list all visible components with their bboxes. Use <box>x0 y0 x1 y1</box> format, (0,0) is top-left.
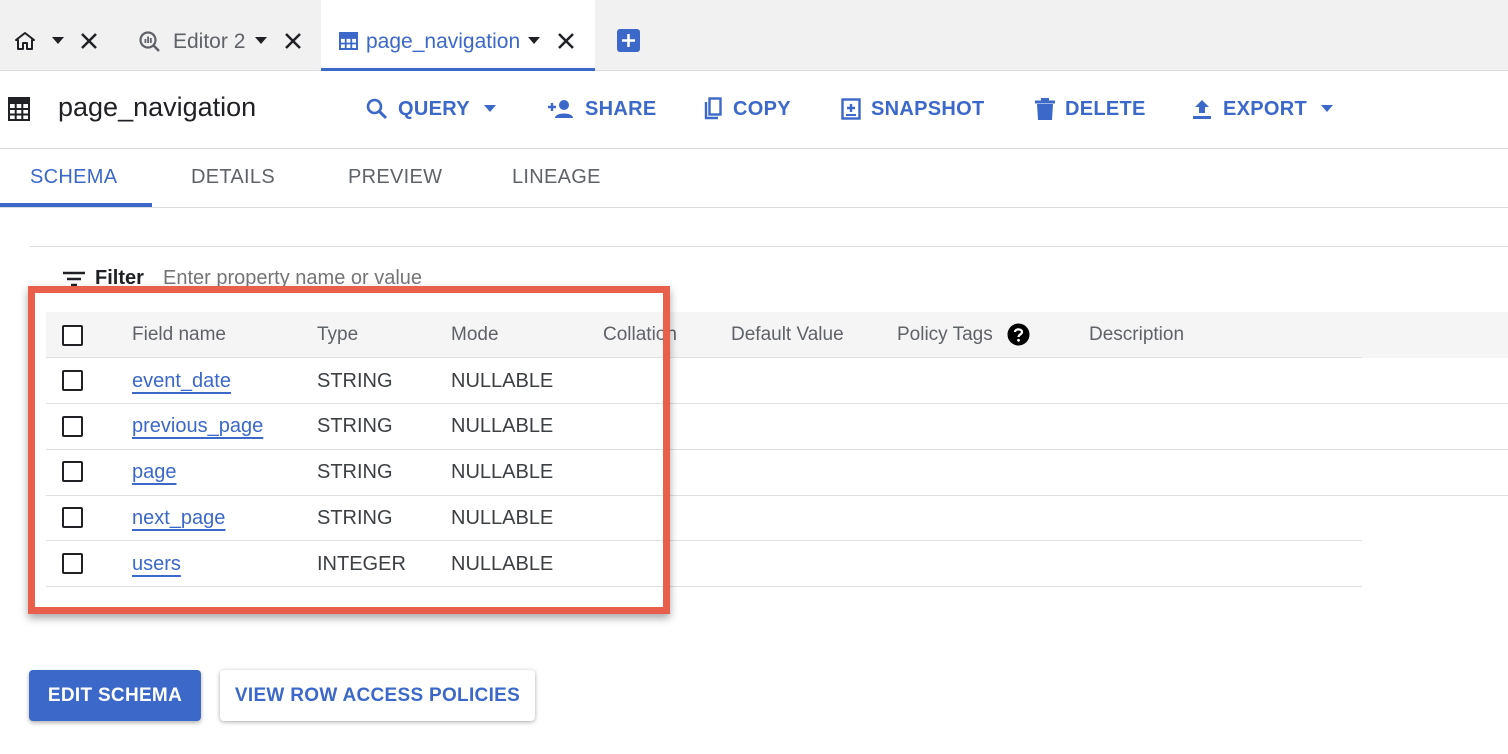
export-label: EXPORT <box>1223 97 1308 120</box>
snapshot-label: SNAPSHOT <box>871 97 985 120</box>
close-icon[interactable] <box>284 32 302 50</box>
search-icon <box>366 98 398 120</box>
snapshot-button[interactable]: SNAPSHOT <box>841 90 985 128</box>
row-checkbox[interactable] <box>62 461 83 482</box>
tab-label: page_navigation <box>366 30 521 53</box>
chevron-down-icon <box>483 105 506 113</box>
page-title: page_navigation <box>58 92 257 122</box>
edit-schema-button[interactable]: EDIT SCHEMA <box>29 670 201 721</box>
delete-button[interactable]: DELETE <box>1035 90 1146 128</box>
column-header-field-name[interactable]: Field name <box>132 324 226 346</box>
field-mode: NULLABLE <box>451 370 554 392</box>
filter-icon <box>63 271 85 287</box>
field-mode: NULLABLE <box>451 507 554 529</box>
row-divider <box>46 357 1362 358</box>
chevron-down-icon <box>1321 105 1343 113</box>
filter-label: Filter <box>95 267 144 289</box>
copy-button[interactable]: COPY <box>703 90 791 128</box>
row-divider <box>46 586 1362 587</box>
field-name-link[interactable]: event_date <box>132 370 231 393</box>
row-divider <box>46 449 1508 450</box>
tab-editor-2[interactable]: Editor 2 <box>136 0 316 70</box>
tab-lineage[interactable]: LINEAGE <box>512 166 601 189</box>
row-divider <box>46 540 1362 541</box>
tab-page-navigation[interactable]: page_navigation <box>321 0 595 71</box>
copy-icon <box>703 97 733 121</box>
field-type: STRING <box>317 370 393 392</box>
snapshot-icon <box>841 98 871 120</box>
query-button[interactable]: QUERY <box>366 90 506 128</box>
view-row-access-policies-button[interactable]: VIEW ROW ACCESS POLICIES <box>220 670 535 721</box>
row-divider <box>46 495 1508 496</box>
chevron-down-icon[interactable] <box>255 37 267 45</box>
row-divider <box>46 403 1508 404</box>
query-label: QUERY <box>398 97 470 120</box>
tab-label: Editor 2 <box>173 30 246 53</box>
person-add-icon <box>547 99 585 119</box>
field-name-link[interactable]: next_page <box>132 507 225 530</box>
delete-label: DELETE <box>1065 97 1146 120</box>
divider <box>0 148 1508 149</box>
row-checkbox[interactable] <box>62 553 83 574</box>
chevron-down-icon[interactable] <box>52 37 64 45</box>
field-name-link[interactable]: page <box>132 461 177 484</box>
field-mode: NULLABLE <box>451 461 554 483</box>
share-label: SHARE <box>585 97 657 120</box>
field-mode: NULLABLE <box>451 553 554 575</box>
trash-icon <box>1035 98 1065 120</box>
column-header-description[interactable]: Description <box>1089 324 1184 346</box>
home-icon <box>14 31 36 51</box>
row-checkbox[interactable] <box>62 507 83 528</box>
column-header-type[interactable]: Type <box>317 324 358 346</box>
field-type: STRING <box>317 461 393 483</box>
close-icon[interactable] <box>80 32 98 50</box>
tab-bar: Editor 2 page_navigation <box>0 0 1508 71</box>
tab-schema[interactable]: SCHEMA <box>30 166 117 189</box>
field-mode: NULLABLE <box>451 415 554 437</box>
share-button[interactable]: SHARE <box>547 90 657 128</box>
column-header-mode[interactable]: Mode <box>451 324 499 346</box>
divider <box>0 207 1508 208</box>
query-icon <box>138 30 162 54</box>
field-name-link[interactable]: previous_page <box>132 415 263 438</box>
upload-icon <box>1191 98 1223 120</box>
table-icon <box>339 32 358 50</box>
field-name-link[interactable]: users <box>132 553 181 576</box>
filter-input[interactable] <box>163 267 583 290</box>
divider <box>30 246 1508 247</box>
column-header-policy-tags[interactable]: Policy Tags <box>897 324 993 346</box>
tab-home[interactable] <box>0 0 110 70</box>
tab-preview[interactable]: PREVIEW <box>348 166 442 189</box>
export-button[interactable]: EXPORT <box>1191 90 1343 128</box>
row-checkbox[interactable] <box>62 370 83 391</box>
copy-label: COPY <box>733 97 791 120</box>
select-all-checkbox[interactable] <box>62 325 83 346</box>
column-header-collation[interactable]: Collation <box>603 324 677 346</box>
field-type: STRING <box>317 507 393 529</box>
new-tab-button[interactable] <box>617 29 640 52</box>
column-header-default-value[interactable]: Default Value <box>731 324 844 346</box>
chevron-down-icon[interactable] <box>528 37 540 45</box>
close-icon[interactable] <box>557 32 575 50</box>
field-type: INTEGER <box>317 553 406 575</box>
field-type: STRING <box>317 415 393 437</box>
help-icon[interactable] <box>1007 323 1030 346</box>
table-icon <box>8 97 30 121</box>
tab-details[interactable]: DETAILS <box>191 166 275 189</box>
row-checkbox[interactable] <box>62 416 83 437</box>
